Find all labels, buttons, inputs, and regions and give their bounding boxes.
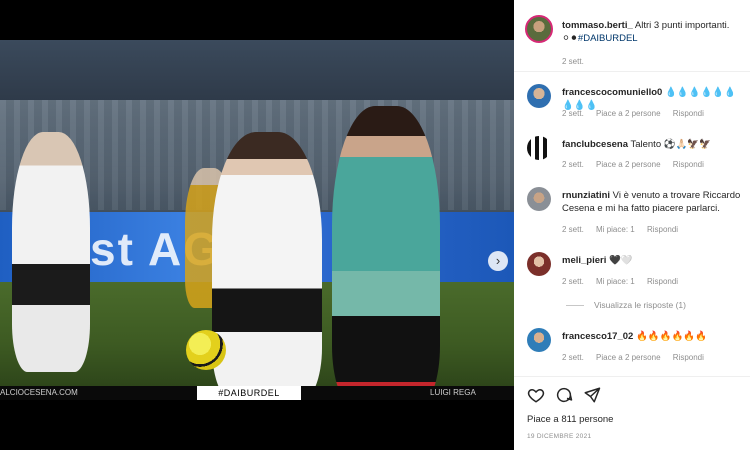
comment-meta: 2 sett. Piace a 2 persone Rispondi bbox=[562, 109, 704, 118]
replies-divider bbox=[566, 305, 584, 306]
caption-symbols: ⚪⚫ bbox=[562, 33, 578, 44]
player-left-figure bbox=[12, 132, 90, 372]
post-caption-block: tommaso.berti_ Altri 3 punti importanti.… bbox=[514, 0, 750, 72]
footer-hashtag: #DAIBURDEL bbox=[197, 386, 301, 400]
comment-username[interactable]: meli_pieri bbox=[562, 255, 606, 266]
comment-body: meli_pieri 🖤🤍 bbox=[562, 254, 746, 267]
send-icon[interactable] bbox=[583, 386, 601, 404]
comment-username[interactable]: francescocomuniello0 bbox=[562, 87, 662, 98]
avatar[interactable] bbox=[527, 328, 551, 352]
caption-hashtag[interactable]: #DAIBURDEL bbox=[578, 33, 638, 44]
footer-credit: LUIGI REGA bbox=[430, 388, 476, 397]
comment-meta: 2 sett. Mi piace: 1 Rispondi bbox=[562, 277, 679, 286]
comment-body: rnunziatini Vi è venuto a trovare Riccar… bbox=[562, 189, 746, 215]
view-replies-link[interactable]: Visualizza le risposte (1) bbox=[594, 300, 686, 310]
comment-meta: 2 sett. Mi piace: 1 Rispondi bbox=[562, 225, 679, 234]
comment-username[interactable]: rnunziatini bbox=[562, 190, 610, 201]
comment-icon[interactable] bbox=[555, 386, 573, 404]
football bbox=[186, 330, 226, 370]
post-panel: tommaso.berti_ Altri 3 punti importanti.… bbox=[514, 0, 750, 450]
comment-body: fanclubcesena Talento ⚽🙏🏻🦅🦅 bbox=[562, 138, 746, 151]
post-caption: tommaso.berti_ Altri 3 punti importanti.… bbox=[562, 19, 748, 45]
player-opponent-figure bbox=[332, 106, 440, 386]
comment-username[interactable]: francesco17_02 bbox=[562, 331, 633, 342]
footer-site: ALCIOCESENA.COM bbox=[0, 388, 78, 397]
comment-text: 🔥🔥🔥🔥🔥🔥 bbox=[635, 331, 707, 342]
avatar[interactable] bbox=[525, 15, 553, 43]
avatar[interactable] bbox=[527, 136, 551, 160]
chevron-right-icon[interactable]: › bbox=[488, 251, 508, 271]
post-actions: Piace a 811 persone 19 DICEMBRE 2021 bbox=[514, 376, 750, 450]
avatar[interactable] bbox=[527, 252, 551, 276]
photo-footer: ALCIOCESENA.COM #DAIBURDEL LUIGI REGA bbox=[0, 386, 514, 400]
comment-meta: 2 sett. Piace a 2 persone Rispondi bbox=[562, 353, 704, 362]
post-photo[interactable]: st AGENZ › bbox=[0, 40, 514, 386]
comment-text: Talento ⚽🙏🏻🦅🦅 bbox=[630, 139, 712, 150]
caption-text: Altri 3 punti importanti. bbox=[634, 20, 730, 31]
comment-text: 🖤🤍 bbox=[609, 255, 633, 266]
post-date: 19 DICEMBRE 2021 bbox=[527, 433, 592, 440]
player-main-figure bbox=[212, 132, 322, 386]
likes-count[interactable]: Piace a 811 persone bbox=[527, 414, 613, 425]
avatar[interactable] bbox=[527, 84, 551, 108]
heart-icon[interactable] bbox=[527, 386, 545, 404]
comment-meta: 2 sett. Piace a 2 persone Rispondi bbox=[562, 160, 704, 169]
post-username[interactable]: tommaso.berti_ bbox=[562, 20, 633, 31]
photo-viewer: st AGENZ › ALCIOCESENA.COM #DAIBURDEL LU… bbox=[0, 0, 514, 450]
comment-body: francesco17_02 🔥🔥🔥🔥🔥🔥 bbox=[562, 330, 746, 343]
comment-username[interactable]: fanclubcesena bbox=[562, 139, 628, 150]
avatar[interactable] bbox=[527, 187, 551, 211]
post-time: 2 sett. bbox=[562, 57, 584, 66]
